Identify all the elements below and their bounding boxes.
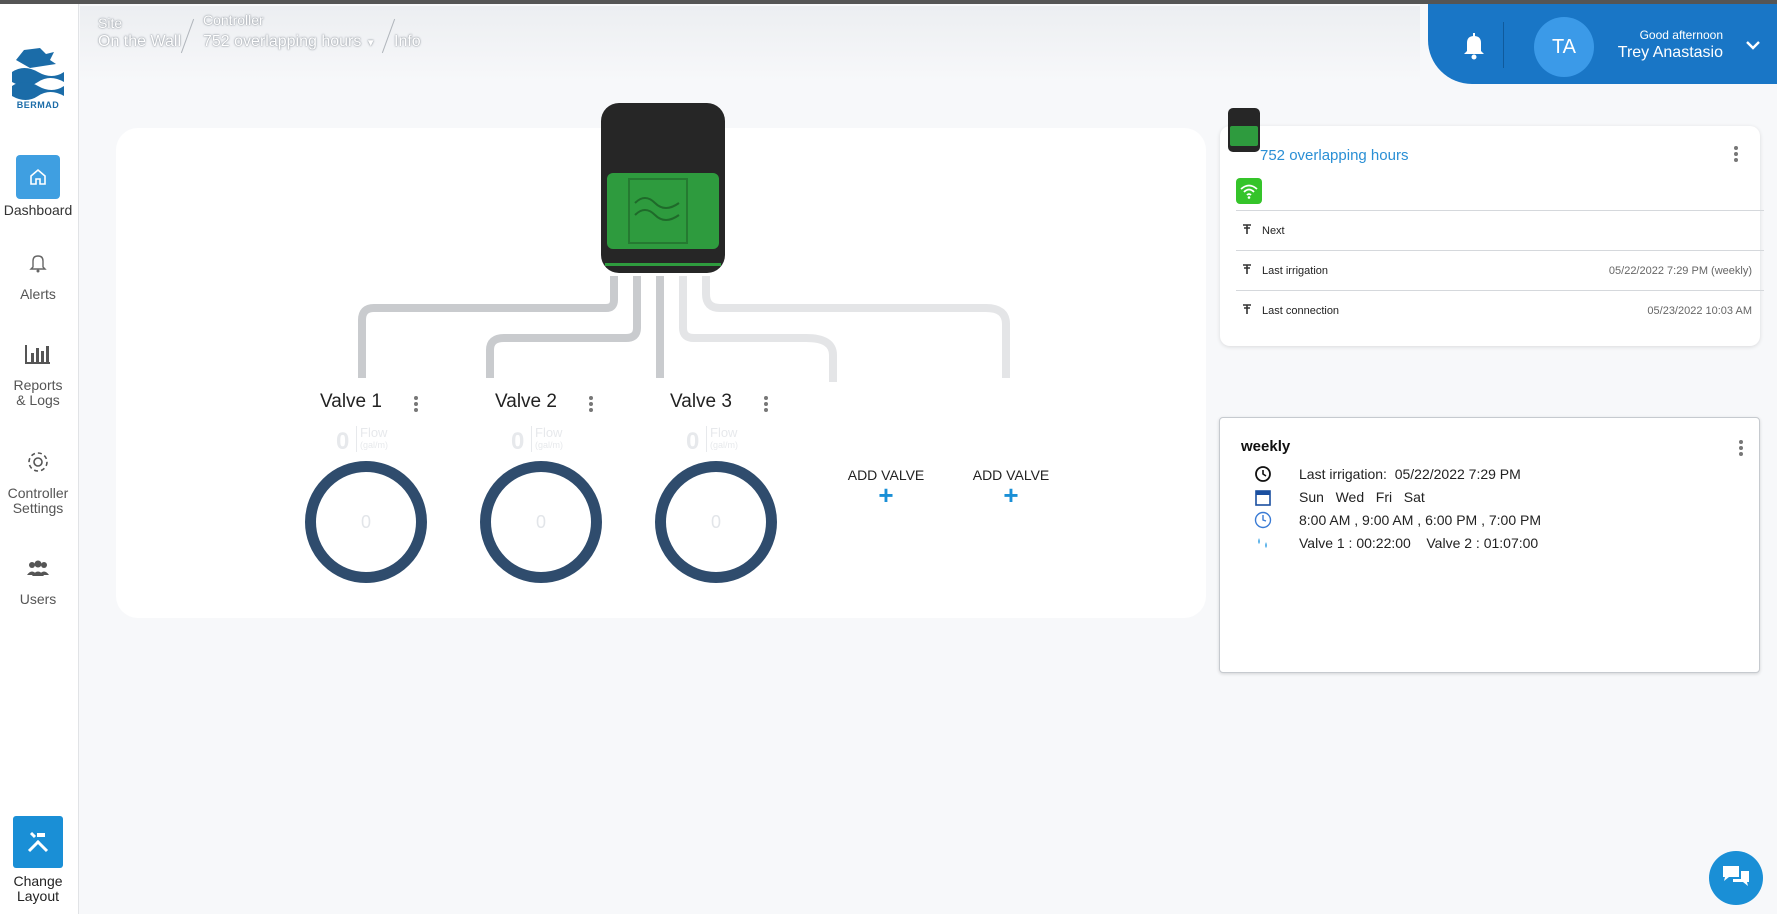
valve-3-title[interactable]: Valve 3 [670, 391, 732, 413]
valve-icon [1242, 224, 1252, 238]
valve-1-title[interactable]: Valve 1 [320, 391, 382, 413]
valve-2-flow-value: 0 [511, 428, 525, 455]
controller-info-card: 752 overlapping hours Next Last irrigati… [1220, 126, 1764, 346]
irrigation-program-card: weekly Last irrigation: 05/22/2022 7:29 … [1219, 417, 1760, 673]
schedule-durations: Valve 1 : 00:22:00 Valve 2 : 01:07:00 [1253, 532, 1538, 554]
site-label: Site [98, 15, 123, 31]
valve-3-menu-icon[interactable] [760, 394, 772, 414]
valve-1-flow-value: 0 [336, 428, 350, 455]
add-valve-button[interactable]: ADD VALVE + [846, 467, 926, 510]
tools-icon [13, 816, 63, 868]
notifications-bell-icon[interactable] [1462, 32, 1486, 65]
breadcrumb: Site On the Wall Controller 752 overlapp… [80, 6, 1420, 82]
info-row-last-irrigation: Last irrigation 05/22/2022 7:29 PM (week… [1236, 250, 1764, 290]
valve-icon [1242, 264, 1252, 278]
sidebar-item-label: Dashboard [3, 202, 73, 218]
valve-1-menu-icon[interactable] [410, 394, 422, 414]
home-icon [16, 155, 60, 199]
bar-chart-icon [16, 342, 60, 366]
controller-thumbnail [1228, 108, 1260, 152]
schedule-days: Sun Wed Fri Sat [1253, 486, 1425, 508]
sidebar-item-controller-settings[interactable]: Controller Settings [0, 450, 76, 516]
logo-text: BERMAD [16, 100, 60, 110]
valve-2-gauge[interactable]: 0 [480, 461, 602, 583]
chat-bubble-icon [1721, 863, 1751, 894]
clock-icon [1253, 510, 1273, 530]
sidebar: BERMAD Dashboard Alerts Reports & Logs C… [0, 4, 79, 914]
sidebar-item-users[interactable]: Users [0, 556, 76, 607]
schedule-last-irrigation: Last irrigation: 05/22/2022 7:29 PM [1253, 463, 1521, 485]
gear-icon [16, 450, 60, 474]
sidebar-item-alerts[interactable]: Alerts [0, 251, 76, 302]
valve-1-flow-label: Flow (gal/m) [356, 426, 388, 452]
valve-3-flow-label: Flow (gal/m) [706, 426, 738, 452]
sidebar-item-dashboard[interactable]: Dashboard [0, 155, 76, 218]
user-panel: TA Good afternoon Trey Anastasio [1428, 4, 1777, 84]
valve-3-flow-value: 0 [686, 428, 700, 455]
valve-pipes [358, 276, 1010, 382]
breadcrumb-separator [180, 18, 195, 54]
wifi-status-icon [1236, 178, 1262, 204]
sidebar-item-reports[interactable]: Reports & Logs [0, 342, 76, 408]
add-valve-button[interactable]: ADD VALVE + [971, 467, 1051, 510]
sidebar-item-label: Reports & Logs [13, 377, 63, 408]
users-icon [16, 556, 60, 580]
plus-icon: + [878, 480, 894, 510]
info-row-last-connection: Last connection 05/23/2022 10:03 AM [1236, 290, 1764, 330]
valve-2-flow-label: Flow (gal/m) [531, 426, 563, 452]
valve-1-gauge[interactable]: 0 [305, 461, 427, 583]
current-page: Info [394, 33, 421, 50]
controller-dropdown-value: 752 overlapping hours [203, 33, 362, 50]
controller-dropdown[interactable]: 752 overlapping hours ▼ [203, 33, 376, 51]
chat-support-button[interactable] [1709, 851, 1763, 905]
avatar[interactable]: TA [1534, 17, 1594, 77]
valve-2-menu-icon[interactable] [585, 394, 597, 414]
bell-icon [16, 251, 60, 275]
info-row-next: Next [1236, 210, 1764, 250]
program-name: weekly [1241, 438, 1291, 455]
caret-down-icon: ▼ [365, 38, 376, 49]
change-layout-label: Change Layout [13, 873, 63, 904]
more-options-icon[interactable] [1730, 144, 1742, 164]
sidebar-item-label: Controller Settings [7, 485, 69, 516]
water-drops-icon [1253, 533, 1273, 553]
chevron-down-icon[interactable] [1745, 38, 1761, 56]
controller-name-link[interactable]: 752 overlapping hours [1260, 147, 1408, 164]
schedule-start-times: 8:00 AM , 9:00 AM , 6:00 PM , 7:00 PM [1253, 509, 1541, 531]
plus-icon: + [1003, 480, 1019, 510]
controller-device-image [599, 103, 727, 275]
calendar-icon [1253, 487, 1273, 507]
valve-2-title[interactable]: Valve 2 [495, 391, 557, 413]
more-options-icon[interactable] [1735, 438, 1747, 458]
history-icon [1253, 464, 1273, 484]
sidebar-item-label: Alerts [20, 286, 56, 302]
change-layout-button[interactable]: Change Layout [0, 816, 76, 904]
sidebar-item-label: Users [19, 591, 57, 607]
greeting-text: Good afternoon [1639, 28, 1723, 42]
user-name: Trey Anastasio [1617, 44, 1723, 61]
valve-icon [1242, 304, 1252, 318]
controller-label: Controller [203, 12, 264, 28]
divider [1503, 22, 1504, 68]
site-link[interactable]: On the Wall [98, 33, 181, 51]
bermad-logo[interactable]: BERMAD [10, 42, 66, 112]
valve-3-gauge[interactable]: 0 [655, 461, 777, 583]
